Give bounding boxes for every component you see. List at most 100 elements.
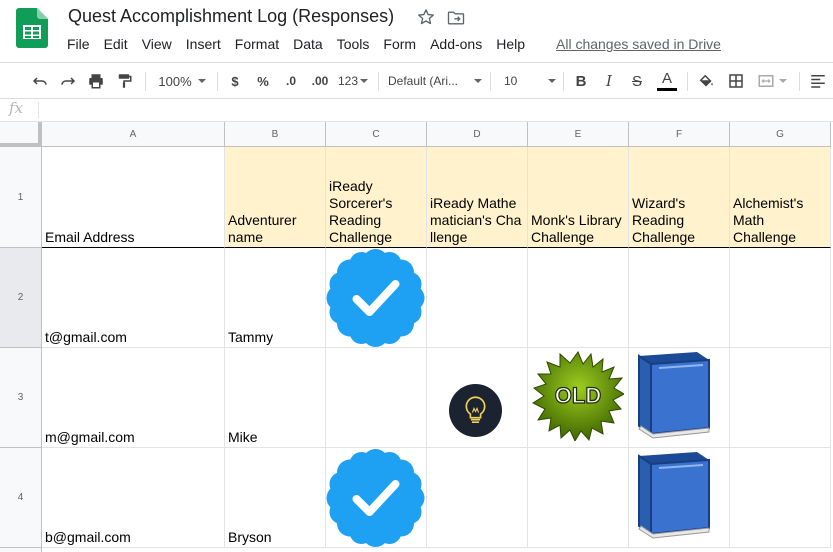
cell-a4[interactable]: b@gmail.com	[42, 448, 225, 548]
format-percent-button[interactable]: %	[252, 68, 274, 94]
undo-icon	[32, 77, 47, 85]
font-size-value: 10	[504, 74, 518, 88]
menu-help[interactable]: Help	[489, 35, 532, 55]
blue-book-icon[interactable]	[629, 348, 715, 440]
cell-a1[interactable]: Email Address	[42, 147, 225, 248]
move-to-folder-icon[interactable]	[446, 8, 466, 28]
print-button[interactable]	[84, 68, 108, 94]
cell-b4[interactable]: Bryson	[225, 448, 326, 548]
cell-b3[interactable]: Mike	[225, 348, 326, 448]
more-formats-button[interactable]: 123	[336, 68, 370, 94]
cell-a2[interactable]: t@gmail.com	[42, 248, 225, 348]
column-header-c[interactable]: C	[326, 122, 427, 147]
old-label: OLD	[555, 383, 601, 408]
formula-bar: fx	[0, 99, 833, 122]
format-currency-button[interactable]: $	[224, 68, 246, 94]
document-title[interactable]: Quest Accomplishment Log (Responses)	[68, 6, 394, 27]
increase-decimal-button[interactable]: .00	[307, 68, 333, 94]
header-sorcerer: iReady Sorcerer's Reading Challenge	[329, 178, 393, 245]
star-icon[interactable]	[416, 6, 436, 28]
decrease-decimal-button[interactable]: .0	[280, 68, 302, 94]
lightbulb-icon[interactable]	[449, 384, 502, 437]
row-header-4[interactable]: 4	[0, 448, 42, 548]
column-header-b[interactable]: B	[225, 122, 326, 147]
paint-format-icon	[118, 74, 132, 88]
menu-view[interactable]: View	[135, 35, 179, 55]
adventurer-value: Bryson	[228, 529, 272, 545]
more-formats-label: 123	[337, 74, 359, 88]
cell-b1[interactable]: Adventurer name	[225, 147, 326, 248]
row-header-5[interactable]	[0, 548, 42, 552]
bold-button[interactable]: B	[570, 68, 592, 94]
menu-form[interactable]: Form	[376, 35, 423, 55]
font-family-value: Default (Ari...	[388, 74, 459, 88]
column-header-a[interactable]: A	[42, 122, 225, 147]
cell-g1[interactable]: Alchemist's Math Challenge	[730, 147, 831, 248]
header-alchemist: Alchemist's Math Challenge	[733, 195, 804, 245]
cell-e4[interactable]	[528, 448, 629, 548]
cell-b2[interactable]: Tammy	[225, 248, 326, 348]
cell-e1[interactable]: Monk's Library Challenge	[528, 147, 629, 248]
row-header-2[interactable]: 2	[0, 248, 42, 348]
verified-badge-icon[interactable]	[325, 248, 426, 348]
formula-input[interactable]	[44, 102, 824, 119]
cell-f2[interactable]	[629, 248, 730, 348]
email-value: t@gmail.com	[45, 329, 127, 345]
horizontal-align-button[interactable]	[806, 68, 830, 94]
toolbar-divider	[378, 72, 379, 91]
chevron-down-icon	[360, 79, 369, 83]
cell-d4[interactable]	[427, 448, 528, 548]
cell-e2[interactable]	[528, 248, 629, 348]
old-starburst-icon[interactable]: OLD	[532, 351, 624, 441]
blue-book-icon[interactable]	[629, 448, 715, 540]
font-family-select[interactable]: Default (Ari...	[388, 68, 482, 94]
cell-d2[interactable]	[427, 248, 528, 348]
menu-edit[interactable]: Edit	[97, 35, 135, 55]
undo-button[interactable]	[28, 68, 52, 94]
strikethrough-button[interactable]: S	[626, 68, 648, 94]
cell-a3[interactable]: m@gmail.com	[42, 348, 225, 448]
menu-insert[interactable]: Insert	[179, 35, 228, 55]
email-value: b@gmail.com	[45, 529, 131, 545]
borders-icon	[729, 74, 743, 88]
column-header-f[interactable]: F	[629, 122, 730, 147]
cell-g2[interactable]	[730, 248, 831, 348]
column-header-d[interactable]: D	[427, 122, 528, 147]
cell-g3[interactable]	[730, 348, 831, 448]
menu-file[interactable]: File	[60, 35, 97, 55]
cell-f1[interactable]: Wizard's Reading Challenge	[629, 147, 730, 248]
select-all-corner[interactable]	[0, 122, 42, 147]
cell-d1[interactable]: iReady Mathematician's Challenge	[427, 147, 528, 248]
italic-button[interactable]: I	[598, 68, 620, 94]
cell-c1[interactable]: iReady Sorcerer's Reading Challenge	[326, 147, 427, 248]
column-header-e[interactable]: E	[528, 122, 629, 147]
text-color-button[interactable]: A	[654, 68, 680, 94]
text-color-swatch	[657, 88, 677, 91]
cell-c3[interactable]	[326, 348, 427, 448]
verified-badge-icon[interactable]	[325, 448, 426, 548]
formula-bar-divider	[38, 102, 39, 118]
fill-color-button[interactable]	[694, 68, 718, 94]
adventurer-value: Tammy	[228, 329, 274, 345]
row-header-3[interactable]: 3	[0, 348, 42, 448]
sheets-logo-icon[interactable]	[16, 8, 48, 48]
column-header-g[interactable]: G	[730, 122, 831, 147]
cell-g4[interactable]	[730, 448, 831, 548]
paint-format-button[interactable]	[112, 68, 136, 94]
merge-cells-icon	[758, 75, 774, 87]
fx-icon: fx	[9, 99, 24, 117]
font-size-select[interactable]: 10	[504, 68, 556, 94]
row-header-1[interactable]: 1	[0, 147, 42, 248]
menu-data[interactable]: Data	[286, 35, 330, 55]
zoom-select[interactable]: 100%	[152, 68, 212, 94]
toolbar-divider	[799, 72, 800, 91]
menu-addons[interactable]: Add-ons	[423, 35, 489, 55]
save-status-link[interactable]: All changes saved in Drive	[556, 36, 721, 52]
merge-cells-button[interactable]	[752, 68, 792, 94]
menu-format[interactable]: Format	[228, 35, 286, 55]
borders-button[interactable]	[724, 68, 748, 94]
email-value: m@gmail.com	[45, 429, 135, 445]
header-wizard: Wizard's Reading Challenge	[632, 195, 696, 245]
redo-button[interactable]	[56, 68, 80, 94]
menu-tools[interactable]: Tools	[330, 35, 377, 55]
